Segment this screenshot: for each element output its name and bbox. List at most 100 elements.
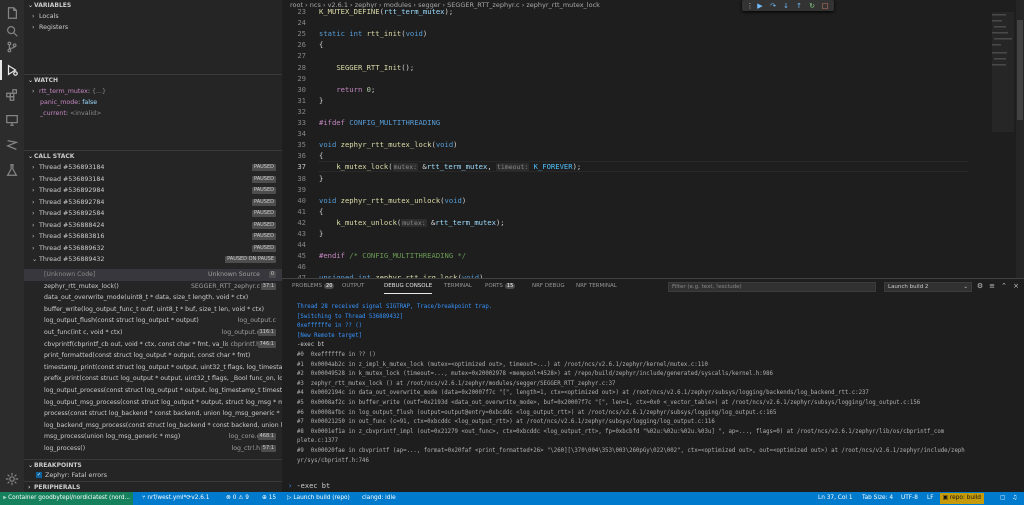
settings-gear-icon[interactable]: ⚙: [976, 282, 984, 291]
notifications-bell-icon[interactable]: ♫: [1012, 492, 1017, 505]
explorer-icon[interactable]: [5, 6, 19, 20]
variables-section-header[interactable]: ⌄VARIABLES: [24, 0, 282, 11]
callstack-section-header[interactable]: ⌄CALL STACK: [24, 150, 282, 161]
stack-frame[interactable]: print_formatted(const struct log_output …: [24, 350, 282, 362]
console-line: #7 0x00021250 in out_func (c=91, ctx=0xb…: [297, 419, 715, 426]
line-number: 42: [297, 217, 306, 227]
chevron-right-icon: ›: [32, 221, 35, 229]
variables-locals[interactable]: › Locals: [24, 11, 282, 22]
debug-console-input[interactable]: › -exec bt: [288, 481, 330, 491]
source-control-icon[interactable]: [5, 40, 19, 54]
stack-frame[interactable]: prefix_print(const struct log_output * o…: [24, 373, 282, 385]
thread-item[interactable]: › Thread #536892784 PAUSED: [24, 197, 282, 208]
settings-gear-icon[interactable]: [5, 472, 19, 486]
frame-function: process(const struct log_backend * const…: [44, 410, 282, 418]
tab-problems[interactable]: PROBLEMS 20: [292, 283, 335, 289]
stack-frame[interactable]: log_output_msg_process(const struct log_…: [24, 397, 282, 409]
thread-item[interactable]: › Thread #536883816 PAUSED: [24, 231, 282, 242]
watch-item[interactable]: panic_mode: false: [24, 97, 282, 108]
bottom-panel: PROBLEMS 20 OUTPUT DEBUG CONSOLE TERMINAL…: [282, 278, 1024, 492]
thread-item[interactable]: › Thread #536889632 PAUSED: [24, 243, 282, 254]
line-number: 31: [297, 95, 306, 105]
stack-frame[interactable]: timestamp_print(const struct log_output …: [24, 362, 282, 374]
chevron-right-icon: ›: [32, 24, 35, 31]
end-of-line[interactable]: LF: [927, 492, 934, 505]
status-badge: PAUSED: [252, 244, 276, 252]
chevron-right-icon: ›: [32, 210, 35, 217]
stack-frame[interactable]: msg_process(union log_msg_generic * msg)…: [24, 431, 282, 443]
tab-terminal[interactable]: TERMINAL: [444, 283, 472, 289]
thread-item[interactable]: ⌄ Thread #536889432 PAUSED ON PAUSE: [24, 254, 282, 265]
code-text: {: [319, 151, 324, 161]
clangd-status[interactable]: clangd: idle: [362, 492, 396, 505]
breakpoint-item[interactable]: ✓ Zephyr: Fatal errors: [24, 470, 282, 481]
peripherals-section-header[interactable]: › PERIPHERALS: [24, 481, 282, 492]
stack-frame[interactable]: cbvprintf(cbprintf_cb out, void * ctx, c…: [24, 338, 282, 351]
error-icon: ⊗: [226, 495, 231, 501]
stack-frame[interactable]: out_func(int c, void * ctx) log_output.c 1…: [24, 327, 282, 339]
minimap[interactable]: [992, 12, 1014, 272]
encoding[interactable]: UTF-8: [901, 492, 918, 505]
code-area[interactable]: 23 K_MUTEX_DEFINE(rtt_term_mutex); 24 25 sta…: [282, 6, 982, 278]
console-filter-input[interactable]: Filter (e.g. text, !exclude): [668, 282, 876, 292]
frame-line-badge: 0: [268, 271, 276, 278]
remote-indicator[interactable]: ⫸ Container goodbytepl/nordiclatest (nor…: [0, 492, 134, 505]
tab-ports[interactable]: PORTS 15: [485, 283, 516, 289]
thread-item[interactable]: › Thread #536888424 PAUSED: [24, 220, 282, 231]
launch-indicator[interactable]: ▷ Launch build (repo): [287, 492, 350, 505]
watch-item[interactable]: _current: <invalid>: [24, 108, 282, 119]
chevron-right-icon: ›: [32, 244, 35, 252]
frame-function: zephyr_rtt_mutex_lock(): [44, 282, 119, 290]
frame-function: data_out_overwrite_mode(uint8_t * data, …: [44, 294, 249, 302]
search-icon[interactable]: [5, 24, 19, 38]
thread-item[interactable]: › Thread #536892984 PAUSED: [24, 185, 282, 196]
cursor-position[interactable]: Ln 37, Col 1: [818, 492, 853, 505]
variables-registers[interactable]: › Registers: [24, 22, 282, 33]
watch-item[interactable]: › rtt_term_mutex: {...}: [24, 86, 282, 97]
breakpoints-section-header[interactable]: ⌄BREAKPOINTS: [24, 459, 282, 470]
tab-debug-console[interactable]: DEBUG CONSOLE: [384, 283, 433, 294]
line-number: 43: [297, 229, 306, 238]
extensions-icon[interactable]: [5, 88, 19, 102]
maximize-panel-icon[interactable]: ⌃: [1000, 282, 1008, 291]
tab-output[interactable]: OUTPUT: [342, 283, 364, 289]
repo-build-badge[interactable]: ▣ repo: build: [939, 493, 984, 504]
frame-line-badge: 468:1: [257, 433, 276, 441]
stack-frame[interactable]: [Unknown Code] Unknown Source 0: [24, 269, 282, 281]
watch-section-header[interactable]: ⌄WATCH: [24, 74, 282, 85]
stack-frame[interactable]: log_output_flush(const struct log_output…: [24, 315, 282, 327]
clear-console-icon[interactable]: ≡: [988, 282, 996, 291]
stack-frame[interactable]: log_backend_msg_process(const struct log…: [24, 420, 282, 432]
thread-item[interactable]: › Thread #536892584 PAUSED: [24, 208, 282, 219]
thread-item[interactable]: › Thread #536893184 PAUSED: [24, 174, 282, 185]
code-text: void zephyr_rtt_mutex_lock(void): [319, 140, 458, 150]
thread-item[interactable]: › Thread #536893184 PAUSED: [24, 162, 282, 173]
tab-nrf-debug[interactable]: NRF DEBUG: [532, 283, 565, 289]
problems-indicator[interactable]: ⊗ 0 ⚠ 9: [226, 492, 249, 505]
stack-frame[interactable]: log_output_process(const struct log_outp…: [24, 385, 282, 397]
branch-indicator[interactable]: ⑂ nrf/west.yml*⟳v2.6.1: [142, 492, 209, 505]
tab-nrf-terminal[interactable]: NRF TERMINAL: [576, 283, 617, 289]
layout-icon[interactable]: ▢: [1000, 492, 1005, 505]
code-text: SEGGER_RTT_Init();: [336, 62, 415, 72]
status-badge: PAUSED: [252, 233, 276, 240]
editor-scrollbar[interactable]: [1016, 0, 1024, 278]
launch-config-select[interactable]: Launch build 2 ⌄: [884, 282, 972, 292]
frame-function: print_formatted(const struct log_output …: [44, 352, 251, 360]
frame-function: buffer_write(log_output_func_t outf, uin…: [44, 305, 265, 313]
testing-icon[interactable]: [5, 163, 19, 177]
stack-frame[interactable]: log_process() log_ctrl.h 57:1: [24, 443, 282, 455]
stack-frame[interactable]: process(const struct log_backend * const…: [24, 408, 282, 420]
ports-indicator[interactable]: ⊕ 15: [262, 492, 276, 505]
nrf-connect-icon[interactable]: [5, 138, 19, 152]
stack-frame[interactable]: data_out_overwrite_mode(uint8_t * data, …: [24, 292, 282, 304]
close-panel-icon[interactable]: ×: [1012, 282, 1020, 291]
debug-console-output[interactable]: Thread 28 received signal SIGTRAP, Trace…: [282, 303, 1024, 479]
tab-size[interactable]: Tab Size: 4: [862, 492, 893, 505]
stack-frame[interactable]: buffer_write(log_output_func_t outf, uin…: [24, 304, 282, 316]
checkbox-checked-icon[interactable]: ✓: [36, 472, 42, 478]
stack-frame[interactable]: zephyr_rtt_mutex_lock() SEGGER_RTT_zephyr…: [24, 280, 282, 293]
remote-explorer-icon[interactable]: [5, 113, 19, 127]
run-debug-icon[interactable]: [0, 60, 19, 80]
prompt-chevron-icon: ›: [288, 482, 293, 490]
